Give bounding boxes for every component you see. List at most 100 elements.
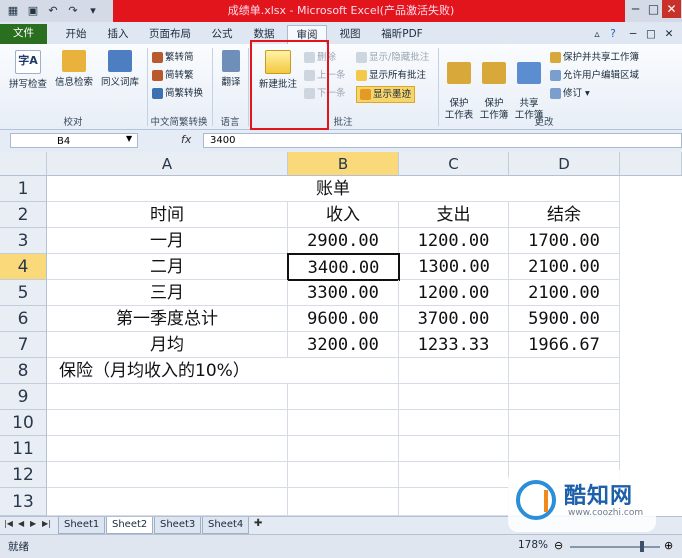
show-ink-button[interactable]: 显示墨迹 — [356, 86, 416, 103]
cell-empty[interactable] — [509, 436, 620, 462]
cell-empty[interactable] — [288, 488, 399, 516]
tab-file[interactable]: 文件 — [0, 24, 47, 44]
row-header[interactable]: 6 — [0, 306, 47, 332]
doc-minimize-icon[interactable]: ─ — [626, 25, 640, 44]
restore-icon[interactable]: □ — [644, 0, 663, 18]
cell-c3[interactable]: 1200.00 — [399, 228, 509, 254]
column-header-empty[interactable] — [620, 152, 682, 176]
cell-header-expense[interactable]: 支出 — [399, 202, 509, 228]
cell-empty[interactable] — [47, 436, 288, 462]
zoom-out-icon[interactable]: ⊖ — [554, 539, 563, 552]
research-button[interactable]: 信息检索 — [52, 50, 96, 88]
cell-empty[interactable] — [47, 488, 288, 516]
cell-d3[interactable]: 1700.00 — [509, 228, 620, 254]
cell-a5[interactable]: 三月 — [47, 280, 288, 306]
cell-d8[interactable] — [509, 358, 620, 384]
cell-b7[interactable]: 3200.00 — [288, 332, 399, 358]
cell-a4[interactable]: 二月 — [47, 254, 288, 280]
cell-header-balance[interactable]: 结余 — [509, 202, 620, 228]
cell-d7[interactable]: 1966.67 — [509, 332, 620, 358]
tab-insert[interactable]: 插入 — [98, 25, 138, 44]
cell-header-time[interactable]: 时间 — [47, 202, 288, 228]
row-header[interactable]: 3 — [0, 228, 47, 254]
row-header[interactable]: 5 — [0, 280, 47, 306]
ribbon-minimize-icon[interactable]: ▵ — [590, 25, 604, 44]
next-sheet-icon[interactable]: ▶ — [30, 519, 36, 528]
insert-function-icon[interactable]: fx — [181, 133, 191, 146]
cell-empty[interactable] — [399, 410, 509, 436]
row-header[interactable]: 2 — [0, 202, 47, 228]
row-header[interactable]: 12 — [0, 462, 47, 488]
share-workbook-button[interactable]: 共享 工作簿 — [512, 50, 546, 122]
cell-empty[interactable] — [47, 462, 288, 488]
allow-edit-ranges-button[interactable]: 允许用户编辑区域 — [550, 68, 639, 83]
cell-empty[interactable] — [509, 384, 620, 410]
row-header[interactable]: 9 — [0, 384, 47, 410]
cell-a3[interactable]: 一月 — [47, 228, 288, 254]
tab-home[interactable]: 开始 — [56, 25, 96, 44]
thesaurus-button[interactable]: 同义词库 — [98, 50, 142, 88]
doc-close-icon[interactable]: ✕ — [662, 25, 676, 44]
close-icon[interactable]: ✕ — [662, 0, 681, 18]
minimize-icon[interactable]: ─ — [626, 0, 645, 18]
cell-b6[interactable]: 9600.00 — [288, 306, 399, 332]
cell-empty[interactable] — [288, 436, 399, 462]
zoom-level[interactable]: 178% — [518, 539, 548, 551]
selected-cell-b4[interactable]: 3400.00 — [287, 253, 400, 281]
row-header[interactable]: 7 — [0, 332, 47, 358]
cell-title[interactable]: 账单 — [47, 176, 620, 202]
sheet-tab[interactable]: Sheet3 — [154, 517, 202, 534]
show-all-comments-button[interactable]: 显示所有批注 — [356, 68, 426, 83]
worksheet-grid[interactable]: A B C D 1 2 3 4 5 6 7 8 9 10 11 12 13 账单… — [0, 152, 682, 516]
name-box-dropdown-icon[interactable]: ▼ — [126, 134, 132, 143]
cell-a6[interactable]: 第一季度总计 — [47, 306, 288, 332]
cell-c6[interactable]: 3700.00 — [399, 306, 509, 332]
zoom-slider-thumb[interactable] — [640, 541, 644, 552]
sheet-tab[interactable]: Sheet1 — [58, 517, 106, 534]
zoom-slider[interactable] — [570, 546, 660, 548]
cell-b3[interactable]: 2900.00 — [288, 228, 399, 254]
sheet-tab-active[interactable]: Sheet2 — [106, 517, 154, 534]
select-all-corner[interactable] — [0, 152, 47, 176]
last-sheet-icon[interactable]: ▶| — [42, 519, 51, 528]
cell-header-income[interactable]: 收入 — [288, 202, 399, 228]
sheet-tab[interactable]: Sheet4 — [202, 517, 250, 534]
protect-workbook-button[interactable]: 保护 工作簿 — [477, 50, 511, 122]
cell-empty[interactable] — [47, 384, 288, 410]
tab-view[interactable]: 视图 — [330, 25, 370, 44]
cell-empty[interactable] — [399, 436, 509, 462]
cell-c7[interactable]: 1233.33 — [399, 332, 509, 358]
row-header[interactable]: 4 — [0, 254, 47, 280]
help-icon[interactable]: ? — [606, 25, 620, 44]
cell-empty[interactable] — [288, 384, 399, 410]
column-header-c[interactable]: C — [399, 152, 509, 176]
cell-a7[interactable]: 月均 — [47, 332, 288, 358]
cell-d5[interactable]: 2100.00 — [509, 280, 620, 306]
cell-b5[interactable]: 3300.00 — [288, 280, 399, 306]
chinese-convert-button[interactable]: 简繁转换 — [152, 86, 203, 101]
doc-restore-icon[interactable]: □ — [644, 25, 658, 44]
tab-formulas[interactable]: 公式 — [202, 25, 242, 44]
cell-empty[interactable] — [288, 410, 399, 436]
prev-sheet-icon[interactable]: ◀ — [18, 519, 24, 528]
zoom-in-icon[interactable]: ⊕ — [664, 539, 673, 552]
spell-check-button[interactable]: 字A 拼写检查 — [6, 50, 50, 90]
cell-empty[interactable] — [509, 410, 620, 436]
column-header-d[interactable]: D — [509, 152, 620, 176]
cell-empty[interactable] — [47, 410, 288, 436]
column-header-a[interactable]: A — [47, 152, 288, 176]
cell-d4[interactable]: 2100.00 — [509, 254, 620, 280]
row-header[interactable]: 10 — [0, 410, 47, 436]
row-header[interactable]: 1 — [0, 176, 47, 202]
cell-empty[interactable] — [288, 462, 399, 488]
row-header[interactable]: 8 — [0, 358, 47, 384]
name-box[interactable]: B4 — [10, 133, 138, 148]
cell-empty[interactable] — [399, 384, 509, 410]
cell-empty[interactable] — [399, 488, 509, 516]
to-simplified-button[interactable]: 繁转简 — [152, 50, 194, 65]
cell-c4[interactable]: 1300.00 — [400, 254, 509, 280]
protect-share-button[interactable]: 保护并共享工作簿 — [550, 50, 639, 65]
column-header-b[interactable]: B — [288, 152, 399, 176]
formula-input[interactable]: 3400 — [203, 133, 682, 148]
tab-foxit-pdf[interactable]: 福昕PDF — [374, 25, 430, 44]
